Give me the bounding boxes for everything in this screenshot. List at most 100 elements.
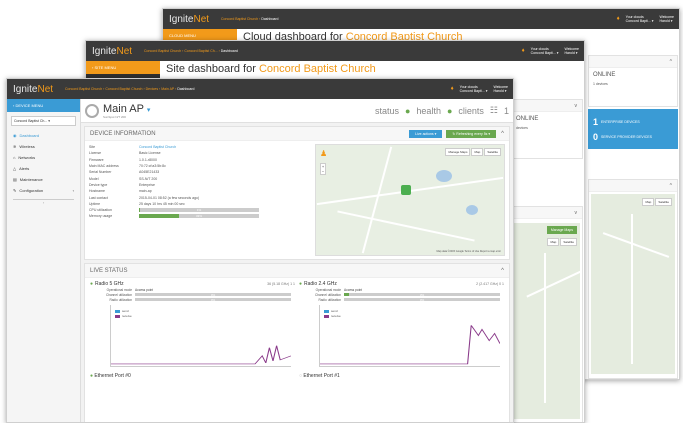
radio-name[interactable]: Radio 5 GHz <box>95 281 124 287</box>
crumb-5: Dashboard <box>177 87 195 91</box>
info-value: main-ap <box>139 189 152 194</box>
mode-label: Operational mode <box>315 287 341 292</box>
maintenance-icon: ▤ <box>13 177 17 182</box>
radio-list: ● Radio 5 GHz 36 (5.18 GHz) 1 1 Operational… <box>85 278 509 370</box>
traffic-graph: send receive <box>110 305 291 367</box>
cpu-value: 1% <box>196 208 202 213</box>
clients-icon: ☷ <box>489 105 498 115</box>
info-key: Hostname <box>89 189 105 194</box>
cloud-map-button[interactable]: Map <box>642 198 655 206</box>
ethernet-ports: ● Ethernet Port #0 ○ Ethernet Port #1 <box>85 370 509 382</box>
info-value: SS-N/T 200 <box>139 176 158 181</box>
info-key: Serial Number <box>89 170 112 175</box>
info-key: Device type <box>89 182 108 187</box>
ethernet-port-0[interactable]: ● Ethernet Port #0 <box>90 373 295 379</box>
brand-logo[interactable]: IgniteNet <box>7 84 59 95</box>
cloud-satellite-button[interactable]: Satellite <box>655 198 672 206</box>
user-menu[interactable]: Welcome Harold ▾ <box>659 15 674 23</box>
device-menu-header[interactable]: ‹ DEVICE MENU <box>7 99 80 112</box>
crumb-3: Devices <box>145 87 159 91</box>
sidebar-item-wireless[interactable]: ≋ Wireless <box>7 141 80 152</box>
crumb-2: Concord Baptist Church <box>105 87 143 91</box>
alerts-bell-icon[interactable]: ♦ <box>451 86 454 92</box>
satellite-view-button[interactable]: Satellite <box>484 148 501 156</box>
sidebar-item-dashboard[interactable]: ◉ Dashboard <box>7 130 80 141</box>
user-menu[interactable]: Welcome Harold ▾ <box>564 47 579 55</box>
breadcrumb[interactable]: Concord Baptist Church › Concord Baptist… <box>144 49 238 53</box>
sidebar-item-alerts[interactable]: △ Alerts <box>7 163 80 174</box>
site-map-button[interactable]: Map <box>547 238 560 246</box>
radio-util-bar: 0% <box>135 297 291 302</box>
device-map-marker[interactable] <box>401 185 411 195</box>
collapse-sidebar-button[interactable]: ‹ <box>13 199 74 205</box>
refresh-toggle-button[interactable]: ↻ Refreshing every 5s ▾ <box>446 129 497 138</box>
wireless-icon: ≋ <box>13 144 17 149</box>
device-name[interactable]: Main AP ▾ <box>103 103 150 115</box>
radio-name[interactable]: Radio 2.4 GHz <box>304 281 337 287</box>
site-menu-header[interactable]: ‹ SITE MENU <box>86 61 160 74</box>
mode-value: Access point <box>135 287 154 292</box>
info-value: 25 days 10 hrs 45 min 00 sec <box>139 201 185 206</box>
sidebar-item-configuration[interactable]: ✎ Configuration ‹ <box>7 185 80 196</box>
site-map[interactable]: Manage Maps Map Satellite <box>514 223 582 419</box>
device-location-map[interactable]: ♟ + − Manage Maps Map Satellite Map data … <box>315 144 505 256</box>
breadcrumb[interactable]: Concord Baptist Church › Concord Baptist… <box>65 87 194 91</box>
cpu-bar: 1% <box>139 208 259 213</box>
map-zoom-controls[interactable]: + − <box>320 163 326 175</box>
ethernet-port-1[interactable]: ○ Ethernet Port #1 <box>299 373 504 379</box>
manage-maps-button[interactable]: Manage Maps <box>445 148 471 156</box>
site-manage-maps-button[interactable]: Manage Maps <box>546 226 577 234</box>
configuration-icon: ✎ <box>13 188 17 193</box>
mode-value: Access point <box>344 287 363 292</box>
crumb-1: Concord Baptist Church <box>65 87 103 91</box>
site-online-panel: v ONLINE devices <box>511 99 583 159</box>
user-menu[interactable]: Welcome Harold ▾ <box>493 85 508 93</box>
status-ok-icon: ● <box>404 105 411 116</box>
sidebar-item-label: Wireless <box>19 144 35 149</box>
cloud-map-panel: ^ Map Satellite <box>588 179 678 379</box>
mode-label: Operational mode <box>106 287 132 292</box>
device-dropdown-icon[interactable]: ▾ <box>147 107 151 114</box>
info-key: Firmware <box>89 157 104 162</box>
alerts-bell-icon[interactable]: ♦ <box>522 48 525 54</box>
status-label: status <box>374 105 399 116</box>
radio-util-label: Radio utilization <box>318 297 341 302</box>
online-title: ONLINE <box>593 72 616 78</box>
sidebar-item-networks[interactable]: ⌂ Networks <box>7 152 80 163</box>
site-online-sub: devices <box>516 126 528 130</box>
org-selector[interactable]: Your clouds Concord Bapti... ▾ <box>626 15 654 23</box>
radio-util-value: 0% <box>210 297 216 302</box>
device-status-bar: status ● health ● clients ☷ 1 <box>375 105 509 116</box>
alerts-bell-icon[interactable]: ♦ <box>617 16 620 22</box>
cloud-map[interactable]: Map Satellite <box>591 194 675 374</box>
device-type-summary: 1 ENTERPRISE DEVICES 0 SERVICE PROVIDER DE… <box>588 109 678 149</box>
memory-value: 33% <box>195 214 202 219</box>
breadcrumb[interactable]: Concord Baptist Church › Dashboard <box>221 17 278 21</box>
site-online-title: ONLINE <box>516 116 539 122</box>
device-main: Main AP ▾ SunSpot N/T 200 status ● health… <box>81 99 513 422</box>
brand-logo[interactable]: IgniteNet <box>163 14 215 25</box>
info-value[interactable]: Concord Baptist Church <box>139 145 176 149</box>
site-select[interactable]: Concord Baptist Ch... ▾ <box>11 116 76 126</box>
street-view-icon[interactable]: ♟ <box>320 149 327 158</box>
collapse-live-icon[interactable]: ^ <box>501 268 504 274</box>
sidebar-item-maintenance[interactable]: ▤ Maintenance <box>7 174 80 185</box>
health-ok-icon: ● <box>446 105 453 116</box>
live-actions-button[interactable]: Live actions ▾ <box>409 129 443 138</box>
channel-util-bar: 0% <box>135 292 291 297</box>
info-key: Site <box>89 145 96 150</box>
radio-status-icon: ● <box>299 281 303 287</box>
expand-icon[interactable]: ‹ <box>73 188 74 193</box>
org-selector[interactable]: Your clouds Concord Bapti... ▾ <box>531 47 559 55</box>
site-satellite-button[interactable]: Satellite <box>560 238 577 246</box>
brand-logo[interactable]: IgniteNet <box>86 46 138 57</box>
channel-util-value: 3% <box>419 292 425 297</box>
org-selector[interactable]: Your clouds Concord Bapti... ▾ <box>460 85 488 93</box>
collapse-info-icon[interactable]: ^ <box>501 131 504 137</box>
channel-util-label: Channel utilization <box>314 292 341 297</box>
info-key: Model <box>89 176 99 181</box>
map-view-button[interactable]: Map <box>471 148 484 156</box>
info-value: Basic License <box>139 151 161 156</box>
device-information-panel: DEVICE INFORMATION Live actions ▾ ↻ Refr… <box>84 126 510 260</box>
sidebar-item-label: Configuration <box>19 188 44 193</box>
